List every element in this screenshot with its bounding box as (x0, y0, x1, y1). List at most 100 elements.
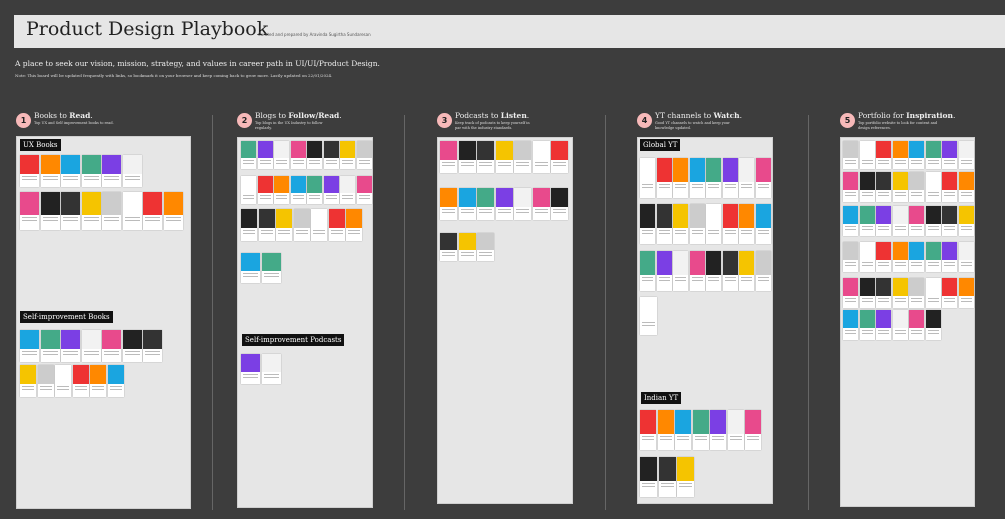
link-card[interactable] (440, 141, 457, 173)
link-card[interactable] (290, 141, 306, 169)
link-card[interactable] (241, 354, 260, 384)
link-card[interactable] (843, 141, 858, 169)
link-card[interactable] (876, 172, 891, 202)
link-card[interactable] (61, 155, 80, 187)
link-card[interactable] (859, 206, 875, 236)
link-card[interactable] (241, 209, 257, 241)
link-card[interactable] (942, 242, 957, 272)
link-card[interactable] (163, 192, 183, 230)
link-card[interactable] (258, 209, 275, 241)
link-card[interactable] (706, 158, 721, 198)
link-card[interactable] (942, 141, 957, 169)
link-card[interactable] (276, 209, 292, 241)
link-card[interactable] (843, 242, 858, 272)
link-card[interactable] (673, 204, 688, 244)
link-card[interactable] (307, 176, 322, 204)
link-card[interactable] (958, 242, 974, 272)
link-card[interactable] (356, 141, 372, 169)
link-card[interactable] (739, 204, 754, 244)
link-card[interactable] (274, 141, 289, 169)
link-card[interactable] (61, 192, 80, 230)
link-card[interactable] (925, 206, 941, 236)
link-card[interactable] (722, 251, 738, 291)
link-card[interactable] (640, 410, 656, 450)
link-card[interactable] (745, 410, 761, 450)
link-card[interactable] (689, 251, 705, 291)
link-card[interactable] (346, 209, 362, 241)
link-card[interactable] (640, 204, 655, 244)
link-card[interactable] (876, 278, 891, 308)
link-card[interactable] (241, 253, 260, 283)
link-card[interactable] (656, 158, 672, 198)
link-card[interactable] (311, 209, 327, 241)
link-card[interactable] (942, 278, 957, 308)
link-card[interactable] (909, 172, 924, 202)
link-card[interactable] (261, 253, 281, 283)
link-card[interactable] (640, 297, 657, 335)
link-card[interactable] (755, 251, 771, 291)
link-card[interactable] (876, 310, 891, 340)
link-card[interactable] (925, 141, 941, 169)
link-card[interactable] (40, 192, 60, 230)
link-card[interactable] (755, 204, 771, 244)
link-card[interactable] (892, 172, 908, 202)
link-card[interactable] (340, 141, 355, 169)
link-card[interactable] (241, 141, 256, 169)
link-card[interactable] (37, 365, 54, 397)
link-card[interactable] (739, 251, 754, 291)
link-card[interactable] (514, 188, 531, 220)
link-card[interactable] (909, 310, 924, 340)
link-card[interactable] (925, 172, 941, 202)
link-card[interactable] (40, 330, 60, 362)
link-card[interactable] (257, 141, 273, 169)
link-card[interactable] (143, 192, 162, 230)
link-card[interactable] (909, 206, 924, 236)
link-card[interactable] (20, 192, 39, 230)
link-card[interactable] (551, 141, 568, 173)
link-card[interactable] (122, 192, 142, 230)
link-card[interactable] (925, 278, 941, 308)
link-card[interactable] (293, 209, 310, 241)
link-card[interactable] (656, 251, 672, 291)
link-card[interactable] (909, 242, 924, 272)
link-card[interactable] (290, 176, 306, 204)
link-card[interactable] (859, 278, 875, 308)
link-card[interactable] (20, 365, 36, 397)
link-card[interactable] (859, 310, 875, 340)
link-card[interactable] (892, 242, 908, 272)
link-card[interactable] (532, 141, 550, 173)
link-card[interactable] (925, 310, 941, 340)
link-card[interactable] (20, 330, 39, 362)
link-card[interactable] (72, 365, 89, 397)
link-card[interactable] (843, 278, 858, 308)
link-card[interactable] (909, 141, 924, 169)
link-card[interactable] (722, 204, 738, 244)
link-card[interactable] (640, 251, 655, 291)
link-card[interactable] (107, 365, 124, 397)
link-card[interactable] (307, 141, 322, 169)
link-card[interactable] (495, 188, 513, 220)
link-card[interactable] (81, 192, 101, 230)
link-card[interactable] (876, 141, 891, 169)
link-card[interactable] (477, 188, 494, 220)
link-card[interactable] (843, 206, 858, 236)
link-card[interactable] (514, 141, 531, 173)
link-card[interactable] (122, 330, 142, 362)
link-card[interactable] (909, 278, 924, 308)
link-card[interactable] (551, 188, 568, 220)
link-card[interactable] (495, 141, 513, 173)
link-card[interactable] (859, 141, 875, 169)
link-card[interactable] (261, 354, 281, 384)
link-card[interactable] (876, 206, 891, 236)
link-card[interactable] (892, 310, 908, 340)
link-card[interactable] (892, 278, 908, 308)
link-card[interactable] (958, 141, 974, 169)
link-card[interactable] (640, 158, 655, 198)
link-card[interactable] (942, 206, 957, 236)
link-card[interactable] (958, 206, 974, 236)
link-card[interactable] (876, 242, 891, 272)
link-card[interactable] (458, 233, 476, 261)
link-card[interactable] (722, 158, 738, 198)
link-card[interactable] (692, 410, 709, 450)
link-card[interactable] (356, 176, 372, 204)
